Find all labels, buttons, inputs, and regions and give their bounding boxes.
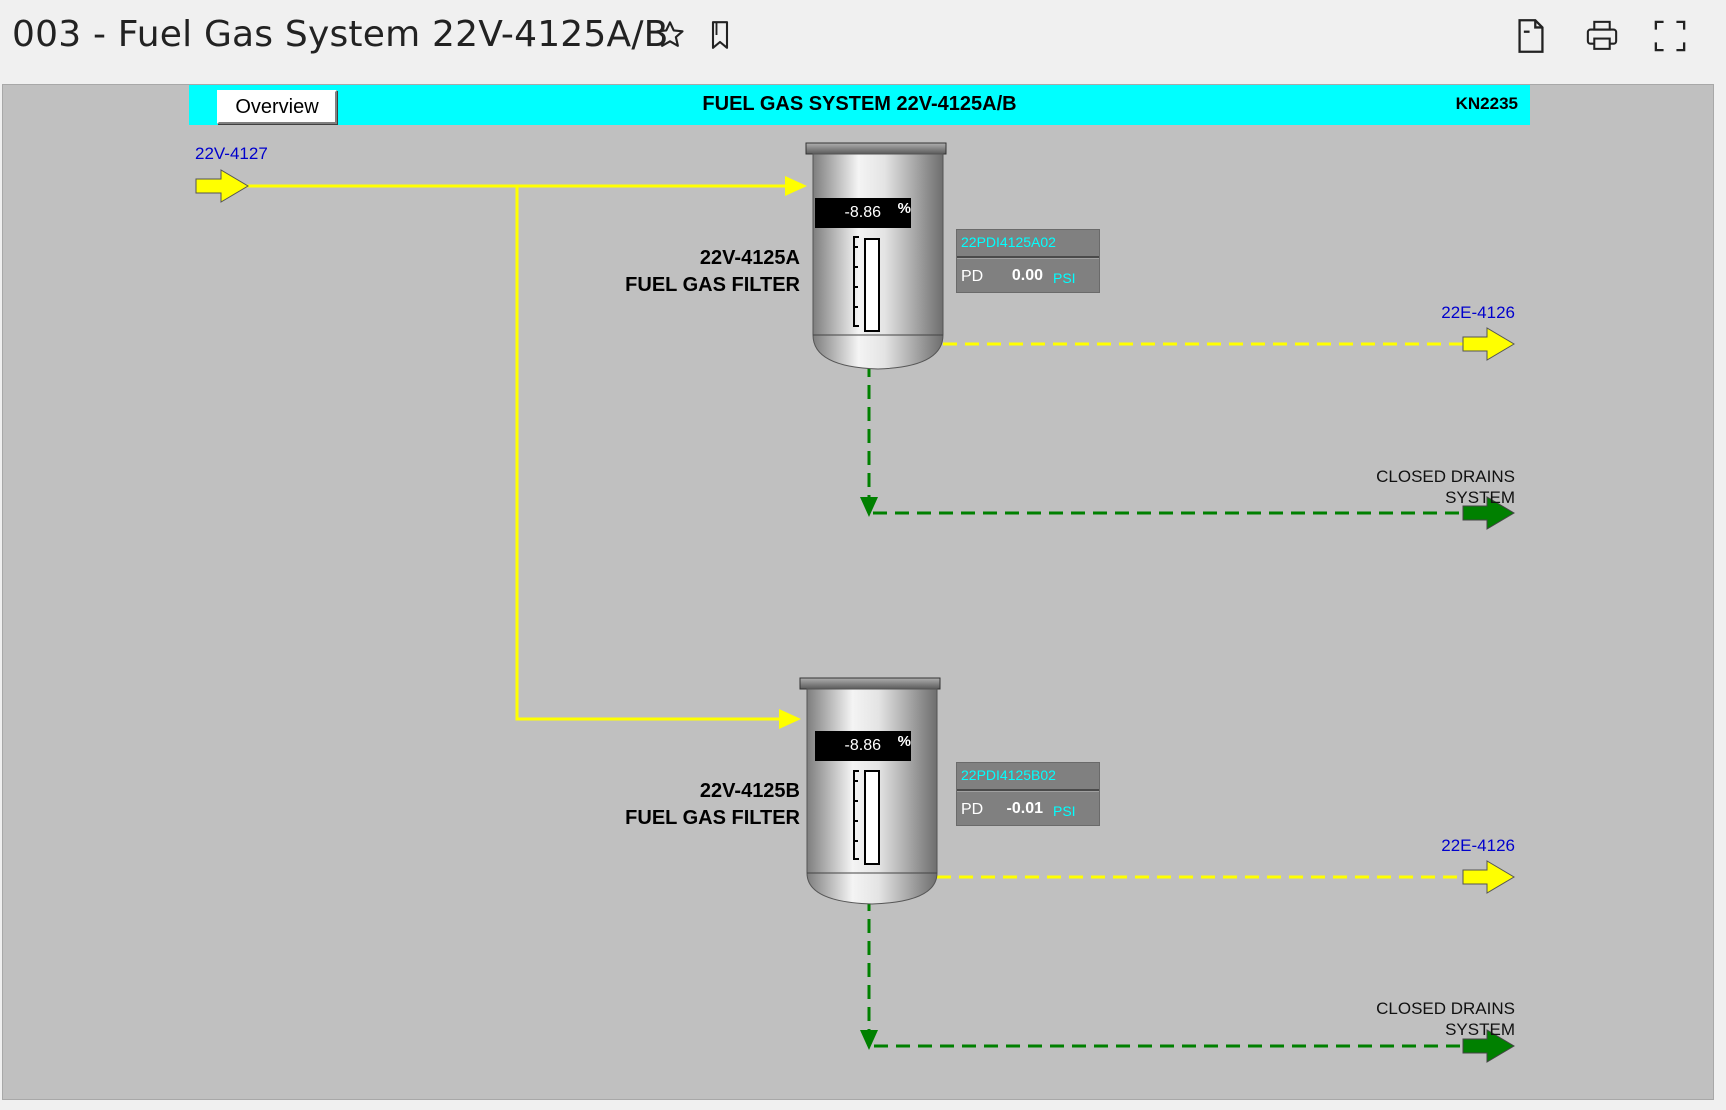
faceplate-divider (957, 256, 1099, 259)
level-unit-a: % (897, 200, 911, 217)
drain-label-b-line1: CLOSED DRAINS (1376, 999, 1515, 1018)
outlet-arrow-a (1462, 327, 1515, 361)
drain-label-a: CLOSED DRAINS SYSTEM (1315, 466, 1515, 508)
filter-b-desc: FUEL GAS FILTER (625, 807, 800, 829)
drain-label-a-line1: CLOSED DRAINS (1376, 467, 1515, 486)
outlet-label-b[interactable]: 22E-4126 (1435, 836, 1515, 856)
bookmark-icon[interactable] (706, 18, 734, 52)
pdi-tag-b: 22PDI4125B02 (961, 767, 1056, 783)
title-bar: 003 - Fuel Gas System 22V-4125A/B (0, 0, 1726, 80)
level-indicator-b[interactable]: -8.86 % (815, 731, 911, 761)
filter-b-name: 22V-4125B (699, 780, 800, 802)
drain-label-b: CLOSED DRAINS SYSTEM (1315, 998, 1515, 1040)
document-icon[interactable] (1513, 16, 1549, 56)
print-icon[interactable] (1584, 16, 1620, 56)
inlet-source-label[interactable]: 22V-4127 (195, 144, 268, 164)
hmi-display: Overview FUEL GAS SYSTEM 22V-4125A/B KN2… (2, 84, 1714, 1100)
process-graphic (195, 142, 1515, 1063)
filter-a-label: 22V-4125A FUEL GAS FILTER (500, 245, 800, 299)
outlet-label-a[interactable]: 22E-4126 (1435, 303, 1515, 323)
level-value-b: -8.86 (844, 737, 881, 754)
filter-a-desc: FUEL GAS FILTER (625, 274, 800, 296)
pdi-tag-a: 22PDI4125A02 (961, 234, 1056, 250)
filter-vessel-a (805, 142, 947, 370)
pdi-faceplate-b[interactable]: 22PDI4125B02 PD -0.01 PSI (956, 762, 1100, 826)
feed-arrow-b (779, 709, 801, 729)
fullscreen-icon[interactable] (1652, 16, 1688, 56)
pdi-faceplate-a[interactable]: 22PDI4125A02 PD 0.00 PSI (956, 229, 1100, 293)
drain-label-a-line2: SYSTEM (1445, 488, 1515, 507)
filter-b-label: 22V-4125B FUEL GAS FILTER (500, 778, 800, 832)
pdi-unit-a: PSI (1053, 270, 1076, 286)
star-icon[interactable] (654, 18, 686, 52)
feed-arrow-a (785, 176, 807, 196)
level-unit-b: % (897, 733, 911, 750)
outlet-arrow-b (1462, 860, 1515, 894)
filter-a-name: 22V-4125A (699, 247, 800, 269)
pdi-param-b: PD (961, 801, 984, 818)
inlet-arrow (195, 169, 249, 203)
faceplate-divider (957, 789, 1099, 792)
filter-vessel-b (799, 677, 941, 905)
pdi-unit-b: PSI (1053, 803, 1076, 819)
pdi-value-a: 0.00 (1011, 267, 1043, 284)
pdi-param-a: PD (961, 268, 984, 285)
drain-label-b-line2: SYSTEM (1445, 1020, 1515, 1039)
level-indicator-a[interactable]: -8.86 % (815, 198, 911, 228)
pdi-value-b: -0.01 (1006, 800, 1043, 817)
level-value-a: -8.86 (844, 204, 881, 221)
page-title: 003 - Fuel Gas System 22V-4125A/B (12, 14, 669, 55)
